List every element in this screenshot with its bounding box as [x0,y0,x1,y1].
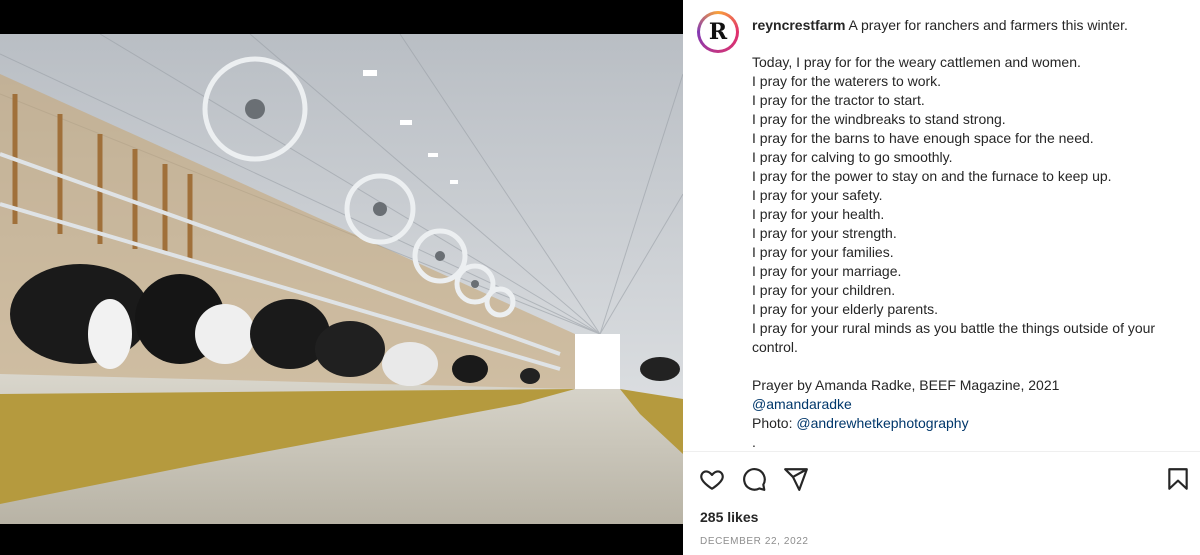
caption-line: I pray for the windbreaks to stand stron… [752,111,1006,127]
avatar-inner: R [700,14,736,50]
bookmark-icon[interactable] [1165,466,1191,492]
heart-icon[interactable] [699,466,725,492]
caption-body: Today, I pray for for the weary cattleme… [752,53,1182,357]
likes-count[interactable]: 285 likes [700,509,758,525]
caption-header: reyncrestfarm A prayer for ranchers and … [752,16,1182,35]
prayer-credit: Prayer by Amanda Radke, BEEF Magazine, 2… [752,377,1060,393]
caption-line: I pray for the power to stay on and the … [752,168,1112,184]
post-photo[interactable] [0,0,683,555]
caption-line: I pray for your children. [752,282,896,298]
caption-line: Today, I pray for for the weary cattleme… [752,54,1081,70]
avatar[interactable]: R [697,11,739,53]
caption-line: I pray for the waterers to work. [752,73,942,89]
caption-credits: Prayer by Amanda Radke, BEEF Magazine, 2… [752,376,1182,452]
caption-line: I pray for your strength. [752,225,897,241]
caption-line: I pray for your rural minds as you battl… [752,320,1156,355]
caption-line: I pray for the tractor to start. [752,92,925,108]
caption-line: I pray for your health. [752,206,885,222]
photo-credit-line: Photo: @andrewhetkephotography [752,414,1182,433]
caption-line: I pray for your families. [752,244,894,260]
caption-line: I pray for the barns to have enough spac… [752,130,1094,146]
post-panel: R reyncrestfarm A prayer for ranchers an… [683,0,1200,555]
username-link[interactable]: reyncrestfarm [752,17,845,33]
barn-photo [0,34,683,524]
mention-link[interactable]: @amandaradke [752,396,852,412]
photo-label: Photo: [752,415,793,431]
caption-line: I pray for your marriage. [752,263,902,279]
photo-credit-link[interactable]: @andrewhetkephotography [796,415,968,431]
caption: reyncrestfarm A prayer for ranchers and … [752,16,1182,452]
post-date: DECEMBER 22, 2022 [700,536,809,547]
send-icon[interactable] [783,466,809,492]
caption-title: A prayer for ranchers and farmers this w… [848,17,1128,33]
caption-line: I pray for your elderly parents. [752,301,938,317]
divider [683,451,1200,452]
caption-trailing: . [752,434,756,450]
caption-line: I pray for calving to go smoothly. [752,149,953,165]
avatar-letter: R [708,19,728,45]
caption-line: I pray for your safety. [752,187,883,203]
comment-icon[interactable] [741,466,767,492]
